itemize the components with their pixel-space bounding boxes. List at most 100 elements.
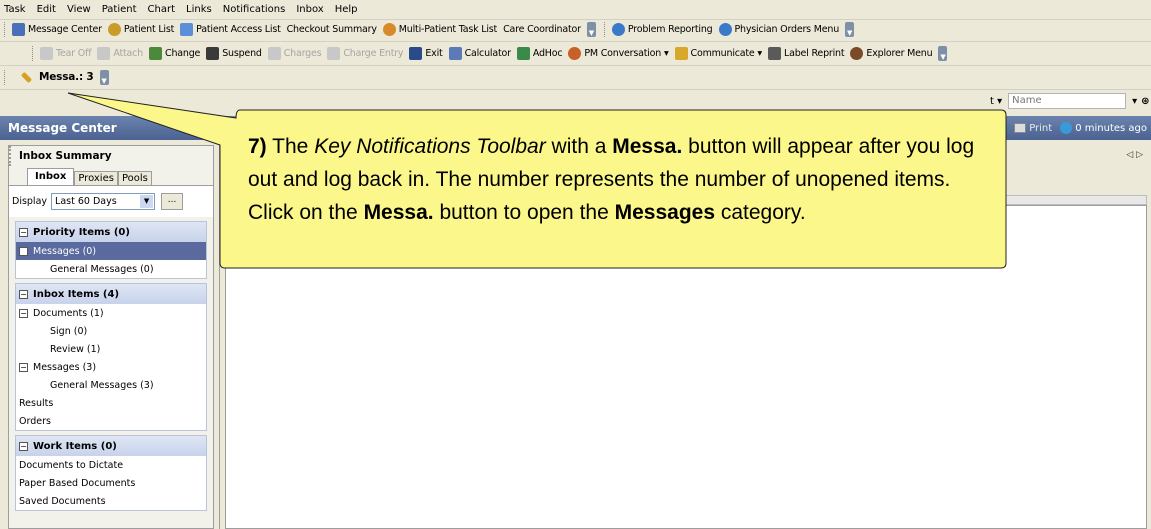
inbox-summary-panel: Inbox Summary Inbox Proxies Pools Displa… (8, 145, 214, 529)
collapse-icon[interactable]: − (19, 289, 28, 299)
tear-off-button[interactable]: Tear Off (40, 46, 92, 60)
calculator-button[interactable]: Calculator (448, 46, 511, 60)
list-item-review[interactable]: Review (1) (16, 340, 206, 358)
attach-icon (97, 46, 111, 60)
charges-icon (267, 46, 281, 60)
more-options-button[interactable]: ... (161, 193, 184, 210)
toolbar-overflow-icon[interactable]: ▼ (938, 45, 948, 61)
exit-button[interactable]: Exit (409, 46, 443, 60)
toolbar-grip[interactable] (603, 21, 608, 37)
display-label: Display (12, 196, 48, 207)
toolbar-divider (0, 41, 1151, 42)
list-item-messages[interactable]: − Messages (3) (16, 358, 206, 376)
charge-entry-icon (327, 46, 341, 60)
list-item-documents[interactable]: − Documents (1) (16, 304, 206, 322)
refresh-status: 0 minutes ago (1075, 122, 1147, 134)
toolbar-grip[interactable] (4, 69, 8, 85)
change-button[interactable]: Change (149, 46, 200, 60)
pm-conversation-button[interactable]: PM Conversation ▾ (568, 46, 669, 60)
print-button[interactable]: Print (1029, 123, 1052, 134)
messa-button[interactable]: Messa.: 3 (18, 71, 97, 83)
priority-items-header[interactable]: − Priority Items (0) (16, 222, 206, 242)
dropdown-arrow-icon[interactable]: ▾ (1132, 96, 1137, 107)
tab-proxies[interactable]: Proxies (74, 171, 118, 185)
list-item-documents-to-dictate[interactable]: Documents to Dictate (16, 456, 206, 474)
message-center-button[interactable]: Message Center (12, 22, 102, 36)
print-icon[interactable] (1014, 123, 1027, 133)
search-input[interactable]: Name (1008, 93, 1127, 109)
inbox-items-section: − Inbox Items (4) − Documents (1) Sign (0)… (15, 283, 207, 431)
multi-patient-icon (382, 22, 396, 36)
menu-task[interactable]: Task (4, 4, 26, 15)
title-actions: Print 0 minutes ago (1014, 122, 1151, 134)
communicate-button[interactable]: Communicate ▾ (674, 46, 762, 60)
care-coordinator-button[interactable]: Care Coordinator (503, 24, 581, 35)
collapse-icon[interactable]: − (19, 246, 28, 256)
display-range-select[interactable]: Last 60 Days ▼ (51, 193, 156, 210)
list-item-general-messages-priority[interactable]: General Messages (0) (16, 260, 206, 278)
common-toolbar: Tear Off Attach Change Suspend Charges C… (0, 43, 1151, 63)
multi-patient-task-list-button[interactable]: Multi-Patient Task List (382, 22, 497, 36)
dropdown-arrow-icon: ▾ (757, 47, 762, 59)
exit-icon (409, 46, 423, 60)
collapse-icon[interactable]: − (19, 308, 28, 318)
toolbar-overflow-icon[interactable]: ▼ (99, 69, 109, 85)
search-type-select[interactable]: t ▾ (990, 96, 1002, 107)
inbox-summary-header: Inbox Summary (9, 146, 213, 166)
tab-inbox[interactable]: Inbox (27, 168, 75, 185)
collapse-icon[interactable]: − (19, 441, 28, 451)
menu-help[interactable]: Help (335, 4, 358, 15)
menu-view[interactable]: View (67, 4, 91, 15)
explorer-menu-button[interactable]: Explorer Menu (850, 46, 933, 60)
patient-access-list-button[interactable]: Patient Access List (180, 22, 281, 36)
binoculars-icon[interactable]: ⊛ (1141, 96, 1149, 107)
collapse-icon[interactable]: − (19, 362, 28, 372)
message-list-area[interactable] (225, 205, 1147, 529)
checkout-summary-button[interactable]: Checkout Summary (287, 24, 377, 35)
physician-orders-icon (718, 22, 732, 36)
list-item-messages-priority[interactable]: − Messages (0) (16, 242, 206, 260)
tab-pools[interactable]: Pools (117, 171, 152, 185)
label-reprint-icon (768, 46, 781, 60)
tear-off-icon (40, 46, 53, 60)
toolbar-overflow-icon[interactable]: ▼ (586, 21, 596, 37)
attach-button[interactable]: Attach (97, 46, 143, 60)
toolbar-overflow-icon[interactable]: ▼ (845, 21, 855, 37)
charge-entry-button[interactable]: Charge Entry (327, 46, 404, 60)
adhoc-icon (516, 46, 530, 60)
list-item-general-messages[interactable]: General Messages (3) (16, 376, 206, 394)
physician-orders-menu-button[interactable]: Physician Orders Menu (718, 22, 839, 36)
toolbar-name: Key Notifications Toolbar (314, 135, 546, 158)
display-filter-row: Display Last 60 Days ▼ ... (9, 185, 213, 217)
chevron-left-icon[interactable]: ◁ (1126, 150, 1133, 160)
explorer-menu-icon (850, 46, 864, 60)
communicate-icon (674, 46, 688, 60)
menu-inbox[interactable]: Inbox (296, 4, 323, 15)
patient-list-button[interactable]: Patient List (107, 22, 174, 36)
list-item-paper-based-documents[interactable]: Paper Based Documents (16, 474, 206, 492)
work-items-header[interactable]: − Work Items (0) (16, 436, 206, 456)
collapse-icon[interactable]: − (19, 227, 28, 237)
list-item-sign[interactable]: Sign (0) (16, 322, 206, 340)
problem-reporting-icon (611, 22, 625, 36)
label-reprint-button[interactable]: Label Reprint (768, 46, 845, 60)
suspend-button[interactable]: Suspend (206, 46, 262, 60)
charges-button[interactable]: Charges (267, 46, 322, 60)
inbox-tabs: Inbox Proxies Pools (9, 166, 213, 185)
menu-patient[interactable]: Patient (102, 4, 137, 15)
toolbar-grip[interactable] (4, 21, 8, 37)
problem-reporting-button[interactable]: Problem Reporting (611, 22, 713, 36)
menu-chart[interactable]: Chart (148, 4, 175, 15)
toolbar-grip[interactable] (32, 45, 36, 61)
menu-links[interactable]: Links (186, 4, 212, 15)
view-title: Message Center (8, 121, 117, 135)
chevron-right-icon[interactable]: ▷ (1136, 150, 1143, 160)
list-item-results[interactable]: Results (16, 394, 206, 412)
menu-notifications[interactable]: Notifications (223, 4, 286, 15)
list-item-saved-documents[interactable]: Saved Documents (16, 492, 206, 510)
adhoc-button[interactable]: AdHoc (516, 46, 563, 60)
refresh-icon[interactable] (1060, 122, 1073, 134)
inbox-items-header[interactable]: − Inbox Items (4) (16, 284, 206, 304)
menu-edit[interactable]: Edit (37, 4, 56, 15)
list-item-orders[interactable]: Orders (16, 412, 206, 430)
